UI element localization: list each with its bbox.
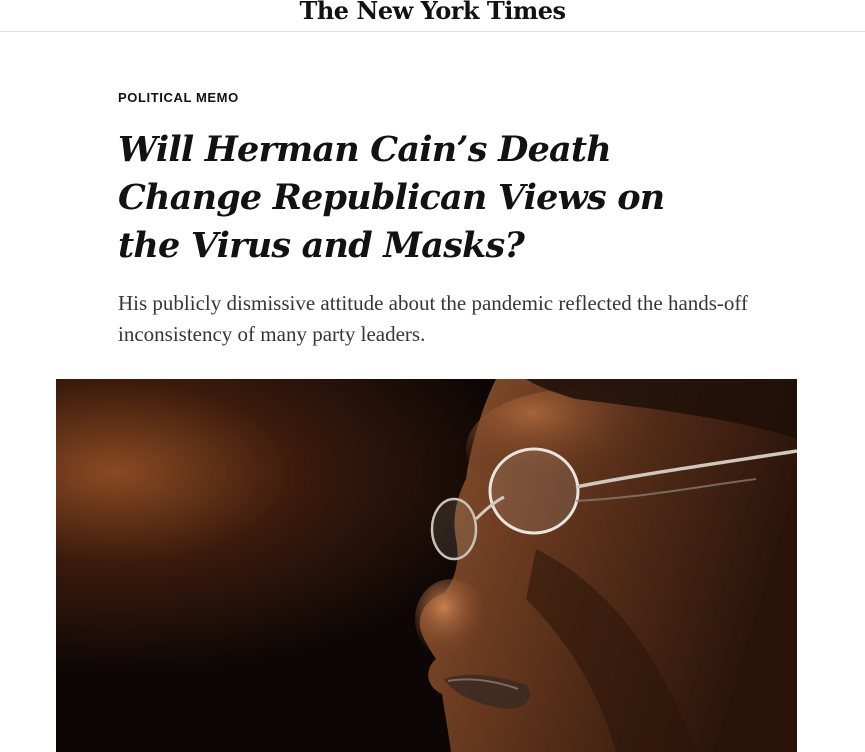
nyt-logo[interactable]: The New York Times xyxy=(300,0,567,24)
article-kicker[interactable]: POLITICAL MEMO xyxy=(118,90,239,106)
masthead: The New York Times xyxy=(0,0,865,32)
article-headline: Will Herman Cain’s Death Change Republic… xyxy=(118,129,665,266)
article-summary: His publicly dismissive attitude about t… xyxy=(118,291,749,346)
portrait-illustration xyxy=(56,379,797,752)
nose-highlight xyxy=(415,579,487,659)
lead-photo xyxy=(56,379,797,752)
